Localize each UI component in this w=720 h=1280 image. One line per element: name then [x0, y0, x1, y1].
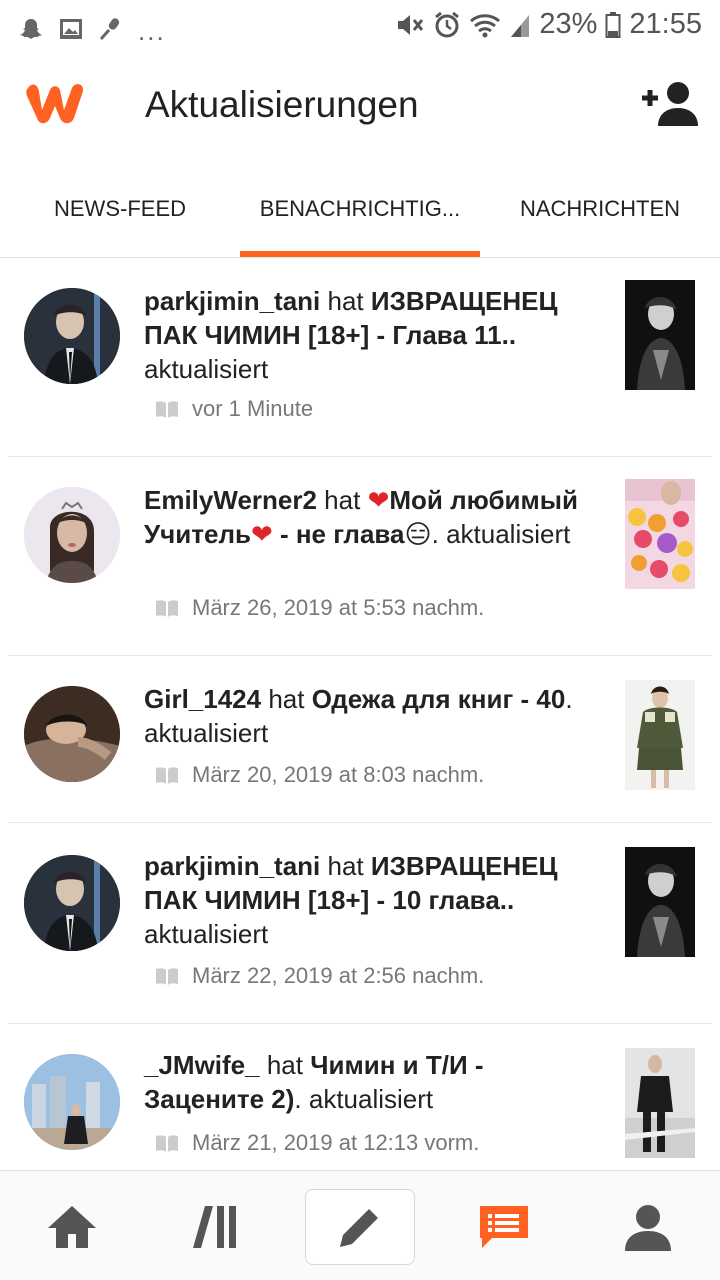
notification-text: Girl_1424 hat Одежа для книг - 40. aktua… [144, 682, 604, 750]
tab-news-feed[interactable]: NEWS-FEED [0, 196, 240, 222]
app-header: Aktualisierungen [0, 52, 720, 162]
timestamp: März 20, 2019 at 8:03 nachm. [192, 762, 485, 787]
notification-list: parkjimin_tani hat ИЗВРАЩЕНЕЦ ПАК ЧИМИН … [0, 258, 720, 1170]
active-tab-indicator [240, 251, 480, 257]
timestamp: März 21, 2019 at 12:13 vorm. [192, 1130, 480, 1155]
timestamp: März 26, 2019 at 5:53 nachm. [192, 595, 485, 620]
story-title[interactable]: Одежа для книг - 40 [312, 684, 566, 714]
username[interactable]: Girl_1424 [144, 684, 261, 714]
notification-text: _JMwife_ hat Чимин и Т/И - Зацените 2). … [144, 1048, 604, 1116]
bottom-navigation [0, 1170, 720, 1280]
battery-icon [605, 11, 621, 38]
snapchat-icon [20, 18, 42, 39]
timestamp-row: März 26, 2019 at 5:53 nachm. [154, 595, 484, 621]
wattpad-logo[interactable] [22, 78, 90, 128]
more-notifications: ... [138, 16, 166, 46]
nav-home[interactable] [17, 1189, 127, 1265]
mute-icon [398, 14, 424, 35]
suffix: . aktualisiert [431, 519, 571, 549]
list-item[interactable]: _JMwife_ hat Чимин и Т/И - Зацените 2). … [0, 1024, 720, 1170]
list-item[interactable]: Girl_1424 hat Одежа для книг - 40. aktua… [0, 656, 720, 822]
book-icon [156, 1135, 178, 1152]
list-item[interactable]: EmilyWerner2 hat ❤Мой любимый Учитель❤ -… [0, 457, 720, 655]
nav-profile[interactable] [593, 1189, 703, 1265]
timestamp: vor 1 Minute [192, 396, 314, 421]
battery-percent: 23% [539, 8, 598, 40]
list-item[interactable]: parkjimin_tani hat ИЗВРАЩЕНЕЦ ПАК ЧИМИН … [0, 258, 720, 456]
verb: hat [324, 485, 361, 515]
alarm-icon [435, 11, 460, 37]
avatar[interactable] [24, 487, 120, 583]
heart-emoji: ❤ [367, 485, 390, 515]
book-icon [156, 767, 178, 784]
home-icon [48, 1206, 96, 1248]
library-icon [193, 1206, 236, 1248]
tab-messages[interactable]: NACHRICHTEN [480, 196, 720, 222]
timestamp-row: März 21, 2019 at 12:13 vorm. [154, 1130, 479, 1156]
status-bar: ... 23% 21:55 [0, 0, 720, 52]
signal-icon [511, 14, 530, 37]
profile-icon [625, 1205, 671, 1251]
nav-write[interactable] [305, 1189, 415, 1265]
expressionless-emoji: 😑 [404, 519, 432, 549]
username[interactable]: parkjimin_tani [144, 286, 320, 316]
notifications-icon [480, 1206, 528, 1248]
avatar[interactable] [24, 1054, 120, 1150]
username[interactable]: parkjimin_tani [144, 851, 320, 881]
verb: hat [268, 684, 305, 714]
nav-notifications[interactable] [449, 1189, 559, 1265]
verb: hat [327, 286, 364, 316]
timestamp-row: März 22, 2019 at 2:56 nachm. [154, 963, 484, 989]
book-icon [156, 600, 178, 617]
notification-text: EmilyWerner2 hat ❤Мой любимый Учитель❤ -… [144, 483, 604, 551]
tab-bar: NEWS-FEED BENACHRICHTIG... NACHRICHTEN [0, 162, 720, 258]
wifi-icon [470, 13, 501, 37]
username[interactable]: _JMwife_ [144, 1050, 260, 1080]
suffix: . aktualisiert [294, 1084, 434, 1114]
page-title: Aktualisierungen [145, 84, 419, 125]
book-icon [156, 401, 178, 418]
notification-text: parkjimin_tani hat ИЗВРАЩЕНЕЦ ПАК ЧИМИН … [144, 284, 604, 386]
username[interactable]: EmilyWerner2 [144, 485, 317, 515]
add-user-icon[interactable] [640, 80, 698, 128]
timestamp-row: vor 1 Minute [154, 396, 313, 422]
mic-icon [99, 17, 120, 40]
verb: hat [266, 1050, 303, 1080]
timestamp-row: März 20, 2019 at 8:03 nachm. [154, 762, 484, 788]
write-icon [340, 1205, 382, 1247]
avatar[interactable] [24, 855, 120, 951]
avatar[interactable] [24, 686, 120, 782]
nav-library[interactable] [161, 1189, 271, 1265]
avatar[interactable] [24, 288, 120, 384]
story-cover[interactable] [625, 1048, 695, 1158]
story-cover[interactable] [625, 847, 695, 957]
heart-emoji: ❤ [250, 519, 273, 549]
list-item[interactable]: parkjimin_tani hat ИЗВРАЩЕНЕЦ ПАК ЧИМИН … [0, 823, 720, 1023]
story-cover[interactable] [625, 280, 695, 390]
tab-notifications[interactable]: BENACHRICHTIG... [240, 196, 480, 222]
suffix: aktualisiert [144, 919, 269, 949]
suffix: aktualisiert [144, 354, 269, 384]
image-icon [60, 18, 82, 39]
story-cover[interactable] [625, 680, 695, 790]
book-icon [156, 968, 178, 985]
notification-text: parkjimin_tani hat ИЗВРАЩЕНЕЦ ПАК ЧИМИН … [144, 849, 604, 951]
story-cover[interactable] [625, 479, 695, 589]
clock: 21:55 [629, 8, 702, 40]
verb: hat [327, 851, 364, 881]
timestamp: März 22, 2019 at 2:56 nachm. [192, 963, 485, 988]
